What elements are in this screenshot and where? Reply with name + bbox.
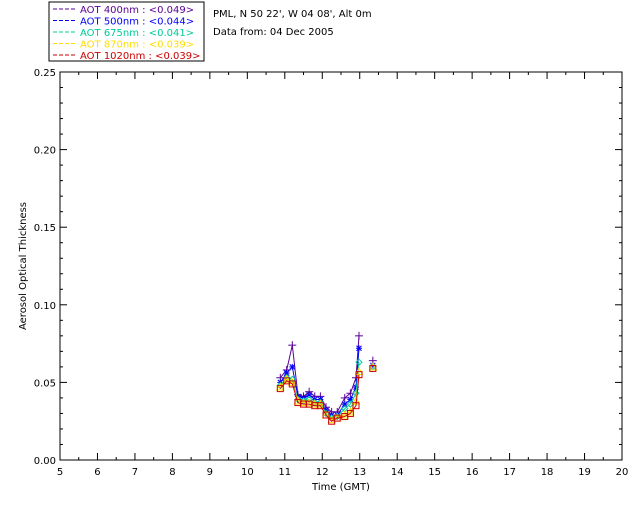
chart-background xyxy=(0,0,640,512)
data-point-asterisk xyxy=(289,363,296,370)
legend-label: AOT 870nm : <0.039> xyxy=(80,40,194,51)
x-tick-label: 11 xyxy=(278,467,291,478)
x-tick-label: 12 xyxy=(316,467,329,478)
x-tick-label: 14 xyxy=(391,467,404,478)
y-axis-title: Aerosol Optical Thickness xyxy=(18,202,29,330)
legend-label: AOT 400nm : <0.049> xyxy=(80,5,194,16)
y-tick-label: 0.25 xyxy=(34,68,56,79)
site-info: PML, N 50 22', W 04 08', Alt 0m xyxy=(213,9,372,20)
x-tick-label: 6 xyxy=(94,467,100,478)
legend-label: AOT 1020nm : <0.039> xyxy=(80,51,200,62)
y-tick-label: 0.15 xyxy=(34,223,56,234)
y-tick-label: 0.20 xyxy=(34,146,56,157)
x-tick-label: 16 xyxy=(466,467,479,478)
legend-label: AOT 500nm : <0.044> xyxy=(80,17,194,28)
legend: AOT 400nm : <0.049>AOT 500nm : <0.044>AO… xyxy=(48,1,205,62)
x-tick-label: 18 xyxy=(541,467,554,478)
x-tick-label: 7 xyxy=(132,467,138,478)
y-tick-label: 0.00 xyxy=(34,456,56,467)
x-axis-title: Time (GMT) xyxy=(311,482,370,493)
aot-chart: AOT 400nm : <0.049>AOT 500nm : <0.044>AO… xyxy=(0,0,640,512)
x-tick-label: 17 xyxy=(503,467,516,478)
x-tick-label: 5 xyxy=(57,467,63,478)
x-tick-label: 13 xyxy=(353,467,366,478)
y-tick-label: 0.10 xyxy=(34,301,56,312)
x-tick-label: 10 xyxy=(241,467,254,478)
x-tick-label: 19 xyxy=(578,467,591,478)
x-tick-label: 15 xyxy=(428,467,441,478)
data-point-asterisk xyxy=(355,345,362,352)
x-tick-label: 20 xyxy=(616,467,629,478)
date-info: Data from: 04 Dec 2005 xyxy=(213,27,334,38)
x-tick-label: 8 xyxy=(169,467,175,478)
y-tick-label: 0.05 xyxy=(34,378,56,389)
x-tick-label: 9 xyxy=(207,467,213,478)
legend-label: AOT 675nm : <0.041> xyxy=(80,28,194,39)
